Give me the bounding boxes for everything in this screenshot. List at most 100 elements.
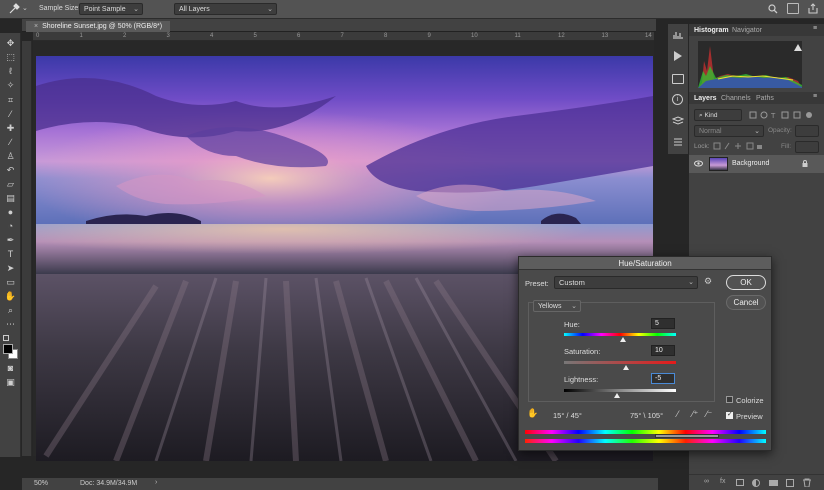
info-panel-icon[interactable]: i xyxy=(672,94,683,105)
path-selection-icon[interactable]: ➤ xyxy=(3,263,18,274)
layers-panel-icon[interactable] xyxy=(671,116,685,126)
panel-menu-icon[interactable]: ≡ xyxy=(813,25,817,32)
dodge-icon[interactable]: ◔ xyxy=(3,221,18,232)
fill-field[interactable] xyxy=(795,141,819,153)
color-range-slider[interactable] xyxy=(655,434,719,438)
cancel-button[interactable]: Cancel xyxy=(726,295,766,310)
properties-panel-icon[interactable] xyxy=(673,137,683,147)
tab-navigator[interactable]: Navigator xyxy=(732,25,762,36)
blur-icon[interactable]: ● xyxy=(3,207,18,218)
tab-close-icon[interactable]: × xyxy=(34,23,38,30)
zoom-level[interactable]: 50% xyxy=(34,480,48,487)
crop-icon[interactable]: ⌗ xyxy=(3,95,18,106)
tools-panel: ✥ ⬚ ℓ ✧ ⌗ ⁄ ✚ ∕ ♙ ↶ ▱ ▤ ● ◔ ✒ T ➤ ▭ ✋ ⌕ … xyxy=(0,33,21,457)
sample-layers-select[interactable]: All Layers ⌄ xyxy=(174,3,277,15)
status-menu-arrow-icon[interactable]: › xyxy=(155,479,157,486)
hue-slider-thumb[interactable] xyxy=(619,337,626,342)
marquee-icon[interactable]: ⬚ xyxy=(3,52,18,63)
zoom-icon[interactable]: ⌕ xyxy=(3,305,18,316)
input-color-bar xyxy=(525,430,766,434)
histogram-panel-icon[interactable] xyxy=(673,30,683,40)
pen-icon[interactable]: ✒ xyxy=(3,235,18,246)
gradient-icon[interactable]: ▤ xyxy=(3,193,18,204)
clone-stamp-icon[interactable]: ♙ xyxy=(3,151,18,162)
eye-icon[interactable] xyxy=(694,160,703,167)
layer-thumbnail xyxy=(709,157,728,171)
lock-icons-row[interactable] xyxy=(713,142,763,150)
hue-slider-track[interactable] xyxy=(564,333,676,336)
type-icon[interactable]: T xyxy=(3,249,18,260)
saturation-slider-track[interactable] xyxy=(564,361,676,364)
eyedropper-plus-icon[interactable]: ⁄⁺ xyxy=(692,409,698,420)
adjustment-layer-icon[interactable] xyxy=(752,479,760,487)
brush-icon[interactable]: ∕ xyxy=(3,137,18,148)
eyedropper-minus-icon[interactable]: ⁄⁻ xyxy=(706,409,712,420)
tab-paths[interactable]: Paths xyxy=(756,93,774,104)
lightness-slider-track[interactable] xyxy=(564,389,676,392)
search-icon[interactable] xyxy=(768,4,778,14)
histogram-display xyxy=(698,41,802,88)
more-tools-icon[interactable]: ⋯ xyxy=(3,319,18,330)
ruler-tick-label: 3 xyxy=(166,33,170,39)
warning-icon[interactable] xyxy=(794,44,802,51)
ok-button[interactable]: OK xyxy=(726,275,766,290)
filter-icons-row[interactable]: T xyxy=(749,111,815,120)
saturation-slider-thumb[interactable] xyxy=(622,365,629,370)
lightness-input[interactable]: -5 xyxy=(651,373,675,384)
layer-style-icon[interactable]: fx xyxy=(720,478,725,485)
tab-histogram[interactable]: Histogram xyxy=(694,25,729,36)
new-layer-icon[interactable] xyxy=(786,479,794,487)
preview-checkbox[interactable] xyxy=(726,410,733,419)
lightness-slider-thumb[interactable] xyxy=(614,393,621,398)
eyedropper-icon[interactable] xyxy=(8,3,20,15)
colorize-checkbox[interactable] xyxy=(726,396,733,403)
lock-icon xyxy=(802,160,808,167)
dialog-title: Hue/Saturation xyxy=(519,257,771,270)
preview-label: Preview xyxy=(736,412,763,421)
eraser-icon[interactable]: ▱ xyxy=(3,179,18,190)
magic-wand-icon[interactable]: ✧ xyxy=(3,80,18,91)
hue-input[interactable]: 5 xyxy=(651,318,675,329)
workspace-icon[interactable] xyxy=(787,3,799,14)
ruler-tick-label: 12 xyxy=(558,33,565,39)
opacity-field[interactable] xyxy=(795,125,819,137)
preset-gear-icon[interactable]: ⚙ xyxy=(704,276,712,287)
hand-adjust-icon[interactable]: ✋ xyxy=(527,408,538,419)
history-brush-icon[interactable]: ↶ xyxy=(3,165,18,176)
screen-mode-icon[interactable]: ▣ xyxy=(3,377,18,388)
foreground-color-swatch[interactable] xyxy=(3,344,13,354)
default-colors-icon[interactable] xyxy=(3,335,9,341)
trash-icon[interactable] xyxy=(803,478,811,488)
options-bar: ⌄ Sample Size: Point Sample ⌄ All Layers… xyxy=(0,0,824,19)
healing-brush-icon[interactable]: ✚ xyxy=(3,123,18,134)
quick-mask-icon[interactable]: ◙ xyxy=(3,363,18,374)
chevron-down-icon: ⌄ xyxy=(267,6,273,13)
tab-channels[interactable]: Channels xyxy=(721,93,751,104)
eyedropper-icon[interactable]: ⁄ xyxy=(677,409,679,419)
play-actions-icon[interactable] xyxy=(674,51,682,61)
new-group-icon[interactable] xyxy=(769,480,778,486)
share-icon[interactable] xyxy=(808,3,818,14)
ruler-tick-label: 0 xyxy=(36,33,40,39)
adjustments-panel-icon[interactable] xyxy=(672,74,684,84)
eyedropper-icon[interactable]: ⁄ xyxy=(3,109,18,120)
panel-menu-icon[interactable]: ≡ xyxy=(813,93,817,100)
svg-text:T: T xyxy=(770,112,776,119)
blend-mode-select[interactable]: Normal ⌄ xyxy=(694,125,764,137)
link-layers-icon[interactable]: ∞ xyxy=(704,478,709,485)
document-tab[interactable]: × Shoreline Sunset.jpg @ 50% (RGB/8*) xyxy=(26,21,171,32)
add-mask-icon[interactable] xyxy=(736,479,744,486)
sample-size-select[interactable]: Point Sample ⌄ xyxy=(79,3,143,15)
preset-select[interactable]: Custom ⌄ xyxy=(554,276,698,289)
saturation-input[interactable]: 10 xyxy=(651,345,675,356)
lasso-icon[interactable]: ℓ xyxy=(3,66,18,77)
ruler-tick-label: 10 xyxy=(471,33,478,39)
tool-preset-chevron-icon[interactable]: ⌄ xyxy=(22,4,28,12)
move-icon[interactable]: ✥ xyxy=(3,38,18,49)
layer-kind-filter[interactable]: ⌕ Kind xyxy=(694,109,742,121)
hand-icon[interactable]: ✋ xyxy=(3,291,18,302)
tab-layers[interactable]: Layers xyxy=(694,93,717,104)
layer-row-background[interactable]: Background xyxy=(689,155,824,173)
shape-icon[interactable]: ▭ xyxy=(3,277,18,288)
channel-select[interactable]: Yellows ⌄ xyxy=(533,300,581,312)
